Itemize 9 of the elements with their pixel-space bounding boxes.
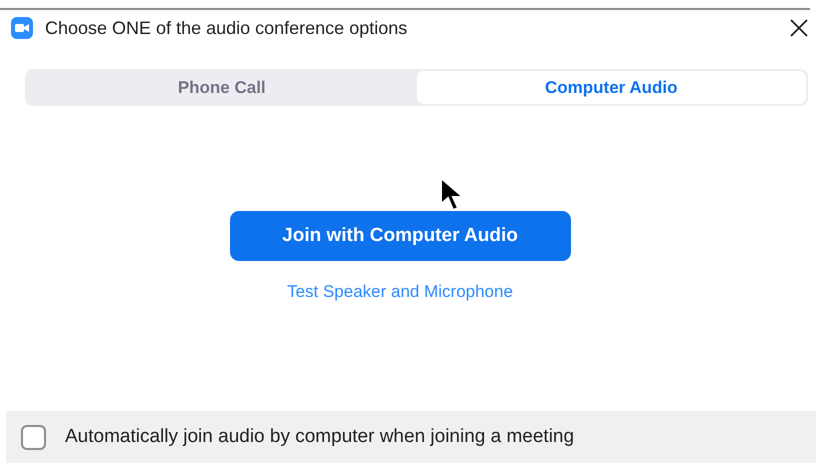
checkbox[interactable] xyxy=(21,424,46,450)
join-button[interactable]: Join with Computer Audio xyxy=(230,211,570,261)
test-link[interactable]: Test Speaker and Microphone xyxy=(287,279,513,304)
video-camera-icon xyxy=(11,17,33,39)
window-title: Choose ONE of the audio conference options xyxy=(45,16,408,40)
tab[interactable]: Computer Audio xyxy=(416,71,806,104)
checkbox-label: Automatically join audio by computer when joining a meeting xyxy=(65,424,574,449)
close-icon[interactable] xyxy=(790,19,808,37)
tab[interactable]: Phone Call xyxy=(27,71,416,104)
